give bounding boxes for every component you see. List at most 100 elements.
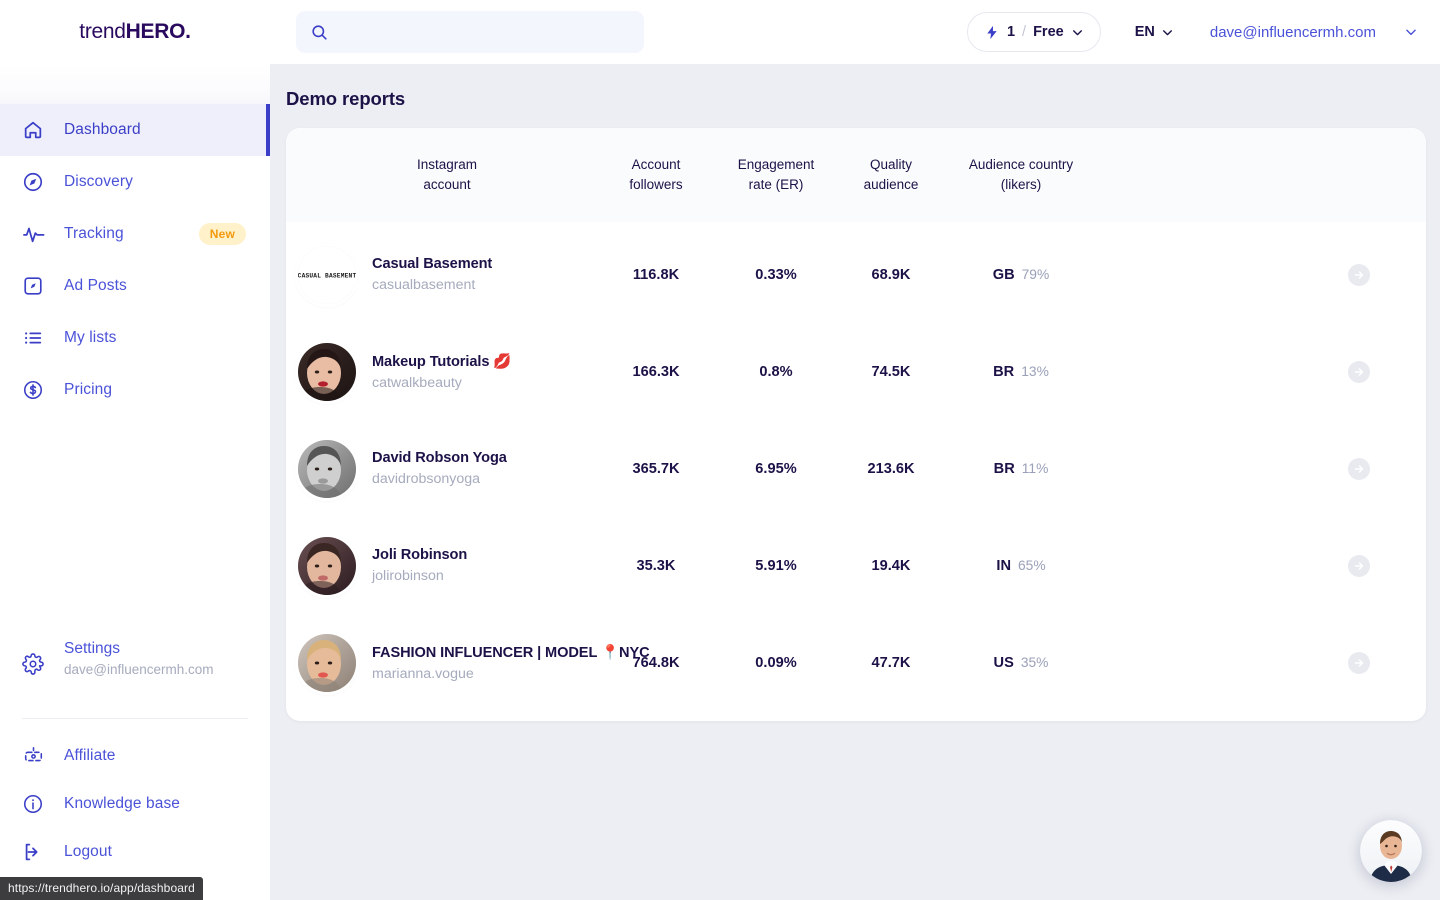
column-header-engagement-rate: Engagement rate (ER) xyxy=(716,155,836,194)
account-name: Makeup Tutorials 💋 xyxy=(372,352,511,370)
country-code: US xyxy=(994,655,1014,671)
language-value: EN xyxy=(1135,24,1155,40)
cell-quality-audience: 68.9K xyxy=(836,267,946,283)
info-circle-icon xyxy=(22,792,52,816)
arrow-right-icon[interactable] xyxy=(1348,361,1370,383)
settings-label: Settings xyxy=(64,640,214,658)
cell-audience-country: GB 79% xyxy=(946,266,1096,284)
table-row[interactable]: Makeup Tutorials 💋catwalkbeauty166.3K0.8… xyxy=(286,323,1426,420)
cell-quality-audience: 213.6K xyxy=(836,461,946,477)
dollar-circle-icon xyxy=(22,378,52,402)
sidebar-divider xyxy=(22,718,248,719)
logo[interactable]: trendHERO. xyxy=(0,0,270,64)
cell-instagram-account[interactable]: David Robson Yogadavidrobsonyoga xyxy=(286,440,596,498)
logo-text-light: trend xyxy=(79,20,125,43)
table-row[interactable]: FASHION INFLUENCER | MODEL 📍NYCmarianna.… xyxy=(286,614,1426,711)
sidebar-item-discovery[interactable]: Discovery xyxy=(0,156,270,208)
credits-plan-selector[interactable]: 1 / Free xyxy=(967,12,1101,52)
svg-text:CASUAL BASEMENT: CASUAL BASEMENT xyxy=(298,272,356,279)
sidebar-item-ad-posts[interactable]: Ad Posts xyxy=(0,260,270,312)
table-row[interactable]: CASUAL BASEMENTCasual Basementcasualbase… xyxy=(286,226,1426,323)
cell-account-followers: 35.3K xyxy=(596,558,716,574)
support-chat-widget[interactable] xyxy=(1360,820,1422,882)
cell-quality-audience: 47.7K xyxy=(836,655,946,671)
cell-row-action xyxy=(1096,458,1416,480)
arrow-right-icon[interactable] xyxy=(1348,458,1370,480)
sidebar-top-gradient xyxy=(0,64,270,104)
column-header-account-followers: Account followers xyxy=(596,155,716,194)
sidebar-item-knowledge-base[interactable]: Knowledge base xyxy=(0,780,270,828)
pulse-icon xyxy=(22,222,52,246)
cell-engagement-rate: 0.09% xyxy=(716,655,836,671)
cell-row-action xyxy=(1096,555,1416,577)
sidebar-item-tracking[interactable]: Tracking New xyxy=(0,208,270,260)
cell-row-action xyxy=(1096,652,1416,674)
cell-instagram-account[interactable]: Joli Robinson jolirobinson xyxy=(286,537,596,595)
sidebar-item-label: Knowledge base xyxy=(64,795,180,813)
cell-instagram-account[interactable]: FASHION INFLUENCER | MODEL 📍NYCmarianna.… xyxy=(286,634,596,692)
cell-account-followers: 116.8K xyxy=(596,267,716,283)
credits-count: 1 xyxy=(1007,24,1015,40)
country-percent: 79% xyxy=(1022,267,1050,282)
country-percent: 65% xyxy=(1018,558,1046,573)
account-name: David Robson Yoga xyxy=(372,450,507,466)
column-header-audience-country: Audience country (likers) xyxy=(946,155,1096,194)
search-box[interactable] xyxy=(296,11,644,53)
search-icon xyxy=(310,23,329,42)
country-code: BR xyxy=(993,364,1014,380)
cell-engagement-rate: 0.33% xyxy=(716,267,836,283)
column-header-line2: rate (ER) xyxy=(716,175,836,195)
arrow-right-icon[interactable] xyxy=(1348,555,1370,577)
column-header-line2: followers xyxy=(596,175,716,195)
sidebar-item-label: Tracking xyxy=(64,225,124,243)
avatar xyxy=(298,440,356,498)
home-icon xyxy=(22,118,52,142)
country-percent: 11% xyxy=(1022,461,1049,476)
table-header-row: Instagram account Account followers Enga… xyxy=(286,128,1426,222)
cell-account-followers: 166.3K xyxy=(596,364,716,380)
column-header-line1: Quality xyxy=(836,155,946,175)
country-code: GB xyxy=(993,267,1015,283)
account-name: Casual Basement xyxy=(372,256,492,272)
column-header-line1: Engagement xyxy=(716,155,836,175)
sidebar-item-settings[interactable]: Settings dave@influencermh.com xyxy=(0,640,270,680)
sidebar-item-logout[interactable]: Logout xyxy=(0,828,270,876)
cell-instagram-account[interactable]: CASUAL BASEMENTCasual Basementcasualbase… xyxy=(286,246,596,304)
column-header-line2: (likers) xyxy=(946,175,1096,195)
language-selector[interactable]: EN xyxy=(1135,24,1174,40)
sidebar-sub-nav: Affiliate Knowledge base Logout xyxy=(0,732,270,876)
cell-quality-audience: 74.5K xyxy=(836,364,946,380)
arrow-right-icon[interactable] xyxy=(1348,264,1370,286)
cell-row-action xyxy=(1096,361,1416,383)
sidebar-item-label: Pricing xyxy=(64,381,112,399)
search-input[interactable] xyxy=(339,24,629,40)
table-row[interactable]: Joli Robinsonjolirobinson35.3K5.91%19.4K… xyxy=(286,517,1426,614)
status-badge-new: New xyxy=(199,223,246,245)
cell-row-action xyxy=(1096,264,1416,286)
user-account-menu[interactable]: dave@influencermh.com xyxy=(1210,24,1418,41)
affiliate-icon xyxy=(22,744,52,768)
sidebar-item-affiliate[interactable]: Affiliate xyxy=(0,732,270,780)
column-header-line1: Instagram xyxy=(298,155,596,175)
sidebar-item-label: Dashboard xyxy=(64,121,141,139)
sidebar-item-my-lists[interactable]: My lists xyxy=(0,312,270,364)
cell-engagement-rate: 5.91% xyxy=(716,558,836,574)
chevron-down-icon xyxy=(1071,26,1084,39)
cell-account-followers: 764.8K xyxy=(596,655,716,671)
list-icon xyxy=(22,326,52,350)
column-header-line1: Audience country xyxy=(946,155,1096,175)
arrow-right-icon[interactable] xyxy=(1348,652,1370,674)
sidebar: trendHERO. Dashboard Discovery Tracking … xyxy=(0,0,270,900)
sidebar-item-label: Affiliate xyxy=(64,747,115,765)
account-name: Joli Robinson xyxy=(372,547,467,563)
sidebar-item-dashboard[interactable]: Dashboard xyxy=(0,104,270,156)
cell-instagram-account[interactable]: Makeup Tutorials 💋catwalkbeauty xyxy=(286,343,596,401)
sidebar-item-pricing[interactable]: Pricing xyxy=(0,364,270,416)
sidebar-item-label: Discovery xyxy=(64,173,133,191)
settings-email: dave@influencermh.com xyxy=(64,662,214,677)
cell-engagement-rate: 6.95% xyxy=(716,461,836,477)
cell-audience-country: BR11% xyxy=(946,460,1096,478)
avatar: CASUAL BASEMENT xyxy=(298,246,356,304)
account-handle: jolirobinson xyxy=(372,568,467,584)
table-row[interactable]: David Robson Yogadavidrobsonyoga365.7K6.… xyxy=(286,420,1426,517)
